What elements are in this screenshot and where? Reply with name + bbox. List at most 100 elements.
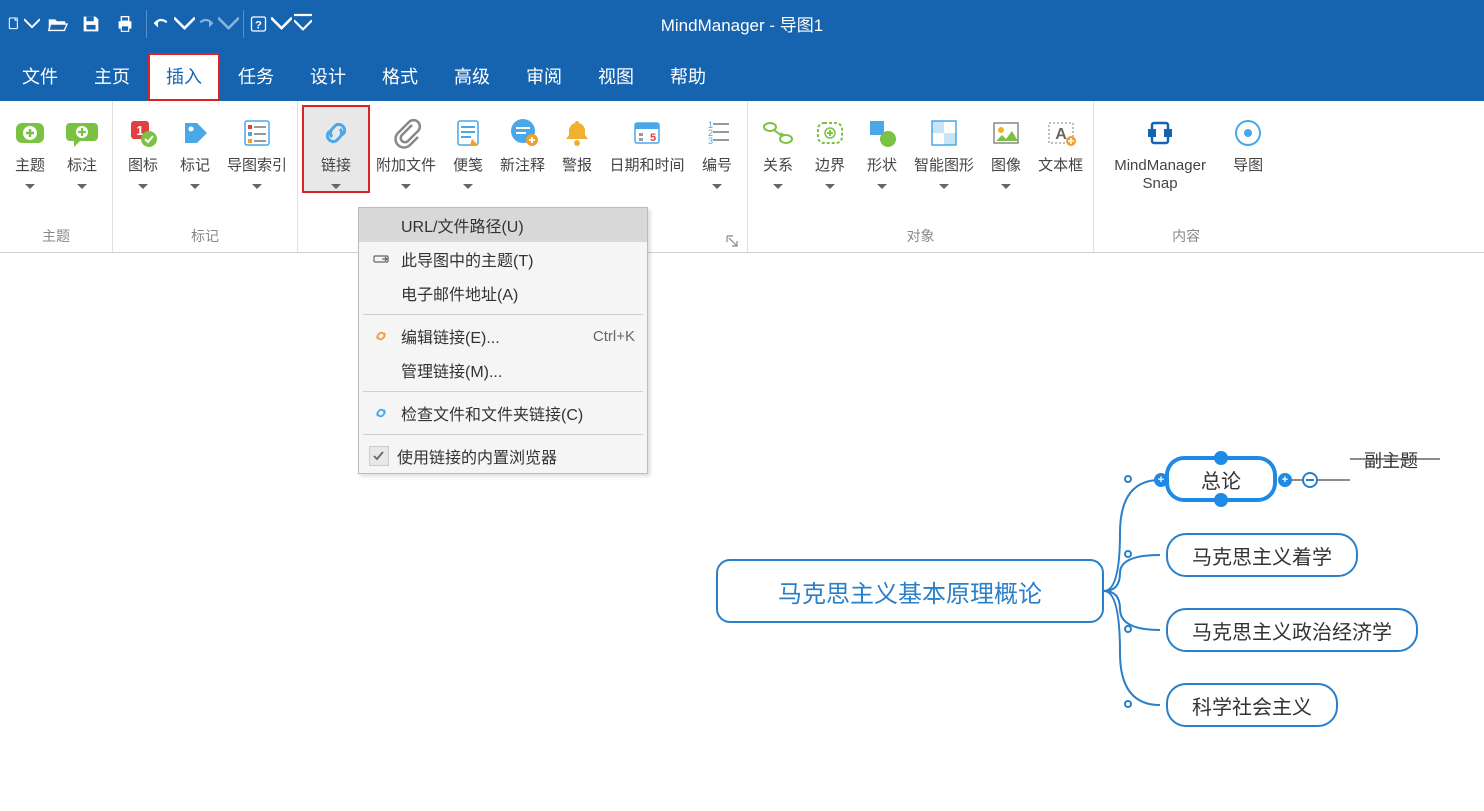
chevron-down-icon bbox=[939, 177, 949, 193]
note-icon bbox=[450, 115, 486, 151]
chevron-down-icon bbox=[825, 177, 835, 193]
dd-email[interactable]: 电子邮件地址(A) bbox=[359, 276, 647, 310]
group-label: 内容 bbox=[1098, 222, 1274, 252]
branch-topic[interactable]: 马克思主义政治经济学 bbox=[1166, 608, 1418, 652]
chevron-down-icon bbox=[463, 177, 473, 193]
chevron-down-icon bbox=[773, 177, 783, 193]
new-doc-button[interactable] bbox=[6, 6, 40, 42]
ribbon-link-button[interactable]: 链接 bbox=[302, 105, 370, 193]
menu-design[interactable]: 设计 bbox=[292, 53, 364, 101]
dd-use-builtin-browser[interactable]: 使用链接的内置浏览器 bbox=[359, 439, 647, 473]
help-button[interactable]: ? bbox=[248, 6, 292, 42]
paperclip-icon bbox=[388, 115, 424, 151]
add-right-handle[interactable]: + bbox=[1278, 473, 1292, 487]
mindmap-canvas[interactable]: 马克思主义基本原理概论 总论 + + 副主题 马克思主义着学 马克思主义政治经济… bbox=[0, 253, 1484, 811]
bell-icon bbox=[559, 115, 595, 151]
ribbon-index-button[interactable]: 导图索引 bbox=[221, 105, 293, 193]
comment-icon bbox=[505, 115, 541, 151]
ribbon-topic-button[interactable]: 主题 bbox=[4, 105, 56, 193]
central-topic[interactable]: 马克思主义基本原理概论 bbox=[716, 559, 1104, 623]
group-label: 对象 bbox=[752, 222, 1089, 252]
ribbon-group-tag: 1 图标 标记 导图索引 标记 bbox=[113, 101, 298, 252]
qat-sep bbox=[146, 10, 147, 38]
connector-dot bbox=[1124, 550, 1132, 558]
ribbon-note-button[interactable]: 便笺 bbox=[442, 105, 494, 193]
textbox-icon: A bbox=[1043, 115, 1079, 151]
ribbon-callout-button[interactable]: 标注 bbox=[56, 105, 108, 193]
ribbon-shape-button[interactable]: 形状 bbox=[856, 105, 908, 193]
ribbon-group-content: MindManager Snap 导图 内容 bbox=[1094, 101, 1278, 252]
menu-file[interactable]: 文件 bbox=[4, 53, 76, 101]
ribbon-image-button[interactable]: 图像 bbox=[980, 105, 1032, 193]
ribbon-textbox-button[interactable]: A 文本框 bbox=[1032, 105, 1089, 185]
ribbon-numbering-button[interactable]: 123 编号 bbox=[691, 105, 743, 193]
quick-access-toolbar: ? bbox=[0, 0, 312, 47]
link-dropdown-menu: URL/文件路径(U) 此导图中的主题(T) 电子邮件地址(A) 编辑链接(E)… bbox=[358, 207, 648, 474]
menu-home[interactable]: 主页 bbox=[76, 53, 148, 101]
collapse-toggle[interactable] bbox=[1302, 472, 1318, 488]
menu-advanced[interactable]: 高级 bbox=[436, 53, 508, 101]
open-button[interactable] bbox=[40, 6, 74, 42]
ribbon-datetime-button[interactable]: 5 日期和时间 bbox=[603, 105, 691, 185]
index-icon bbox=[239, 115, 275, 151]
qat-customize[interactable] bbox=[292, 6, 312, 42]
print-button[interactable] bbox=[108, 6, 142, 42]
menu-insert[interactable]: 插入 bbox=[148, 53, 220, 101]
save-button[interactable] bbox=[74, 6, 108, 42]
numbering-icon: 123 bbox=[699, 115, 735, 151]
dd-check-link[interactable]: 检查文件和文件夹链接(C) bbox=[359, 396, 647, 430]
dd-separator bbox=[363, 434, 643, 435]
boundary-icon bbox=[812, 115, 848, 151]
shape-icon bbox=[864, 115, 900, 151]
smartshape-icon bbox=[926, 115, 962, 151]
menu-tasks[interactable]: 任务 bbox=[220, 53, 292, 101]
branch-topic-selected[interactable]: 总论 bbox=[1166, 457, 1276, 501]
undo-button[interactable] bbox=[151, 6, 195, 42]
menu-review[interactable]: 审阅 bbox=[508, 53, 580, 101]
chevron-down-icon bbox=[252, 177, 262, 193]
plus-callout-icon bbox=[64, 115, 100, 151]
plus-topic-icon bbox=[12, 115, 48, 151]
dd-edit-link[interactable]: 编辑链接(E)... Ctrl+K bbox=[359, 319, 647, 353]
group-label: 标记 bbox=[117, 222, 293, 252]
ribbon-icon-button[interactable]: 1 图标 bbox=[117, 105, 169, 193]
ribbon-comment-button[interactable]: 新注释 bbox=[494, 105, 551, 185]
relationship-icon bbox=[760, 115, 796, 151]
ribbon: 主题 标注 主题 1 图标 标记 导 bbox=[0, 101, 1484, 253]
dialog-launcher[interactable] bbox=[725, 234, 739, 248]
dd-topic-in-map[interactable]: 此导图中的主题(T) bbox=[359, 242, 647, 276]
ribbon-snap-button[interactable]: MindManager Snap bbox=[1098, 105, 1222, 193]
chevron-down-icon bbox=[25, 177, 35, 193]
chevron-down-icon bbox=[712, 177, 722, 193]
ribbon-boundary-button[interactable]: 边界 bbox=[804, 105, 856, 193]
add-left-handle[interactable]: + bbox=[1154, 473, 1168, 487]
dd-url-path[interactable]: URL/文件路径(U) bbox=[359, 208, 647, 242]
ribbon-attachment-button[interactable]: 附加文件 bbox=[370, 105, 442, 193]
svg-text:?: ? bbox=[255, 19, 262, 31]
priority-icon: 1 bbox=[125, 115, 161, 151]
ribbon-tag-button[interactable]: 标记 bbox=[169, 105, 221, 193]
menu-view[interactable]: 视图 bbox=[580, 53, 652, 101]
sub-topic-label[interactable]: 副主题 bbox=[1364, 447, 1418, 473]
svg-text:5: 5 bbox=[650, 132, 656, 144]
ribbon-smartshape-button[interactable]: 智能图形 bbox=[908, 105, 980, 193]
redo-button[interactable] bbox=[195, 6, 239, 42]
group-label: 主题 bbox=[4, 222, 108, 252]
branch-topic[interactable]: 科学社会主义 bbox=[1166, 683, 1338, 727]
topic-in-map-icon bbox=[369, 250, 393, 268]
menu-format[interactable]: 格式 bbox=[364, 53, 436, 101]
connector-dot bbox=[1124, 700, 1132, 708]
link-check-icon bbox=[369, 404, 393, 422]
link-edit-icon bbox=[369, 327, 393, 345]
chevron-down-icon bbox=[77, 177, 87, 193]
menu-bar: 文件 主页 插入 任务 设计 格式 高级 审阅 视图 帮助 bbox=[0, 47, 1484, 101]
chevron-down-icon bbox=[1001, 177, 1011, 193]
ribbon-mapparts-button[interactable]: 导图 bbox=[1222, 105, 1274, 175]
ribbon-relationship-button[interactable]: 关系 bbox=[752, 105, 804, 193]
ribbon-alert-button[interactable]: 警报 bbox=[551, 105, 603, 185]
chevron-down-icon bbox=[331, 177, 341, 193]
menu-help[interactable]: 帮助 bbox=[652, 53, 724, 101]
dd-manage-link[interactable]: 管理链接(M)... bbox=[359, 353, 647, 387]
dd-separator bbox=[363, 391, 643, 392]
branch-topic[interactable]: 马克思主义着学 bbox=[1166, 533, 1358, 577]
